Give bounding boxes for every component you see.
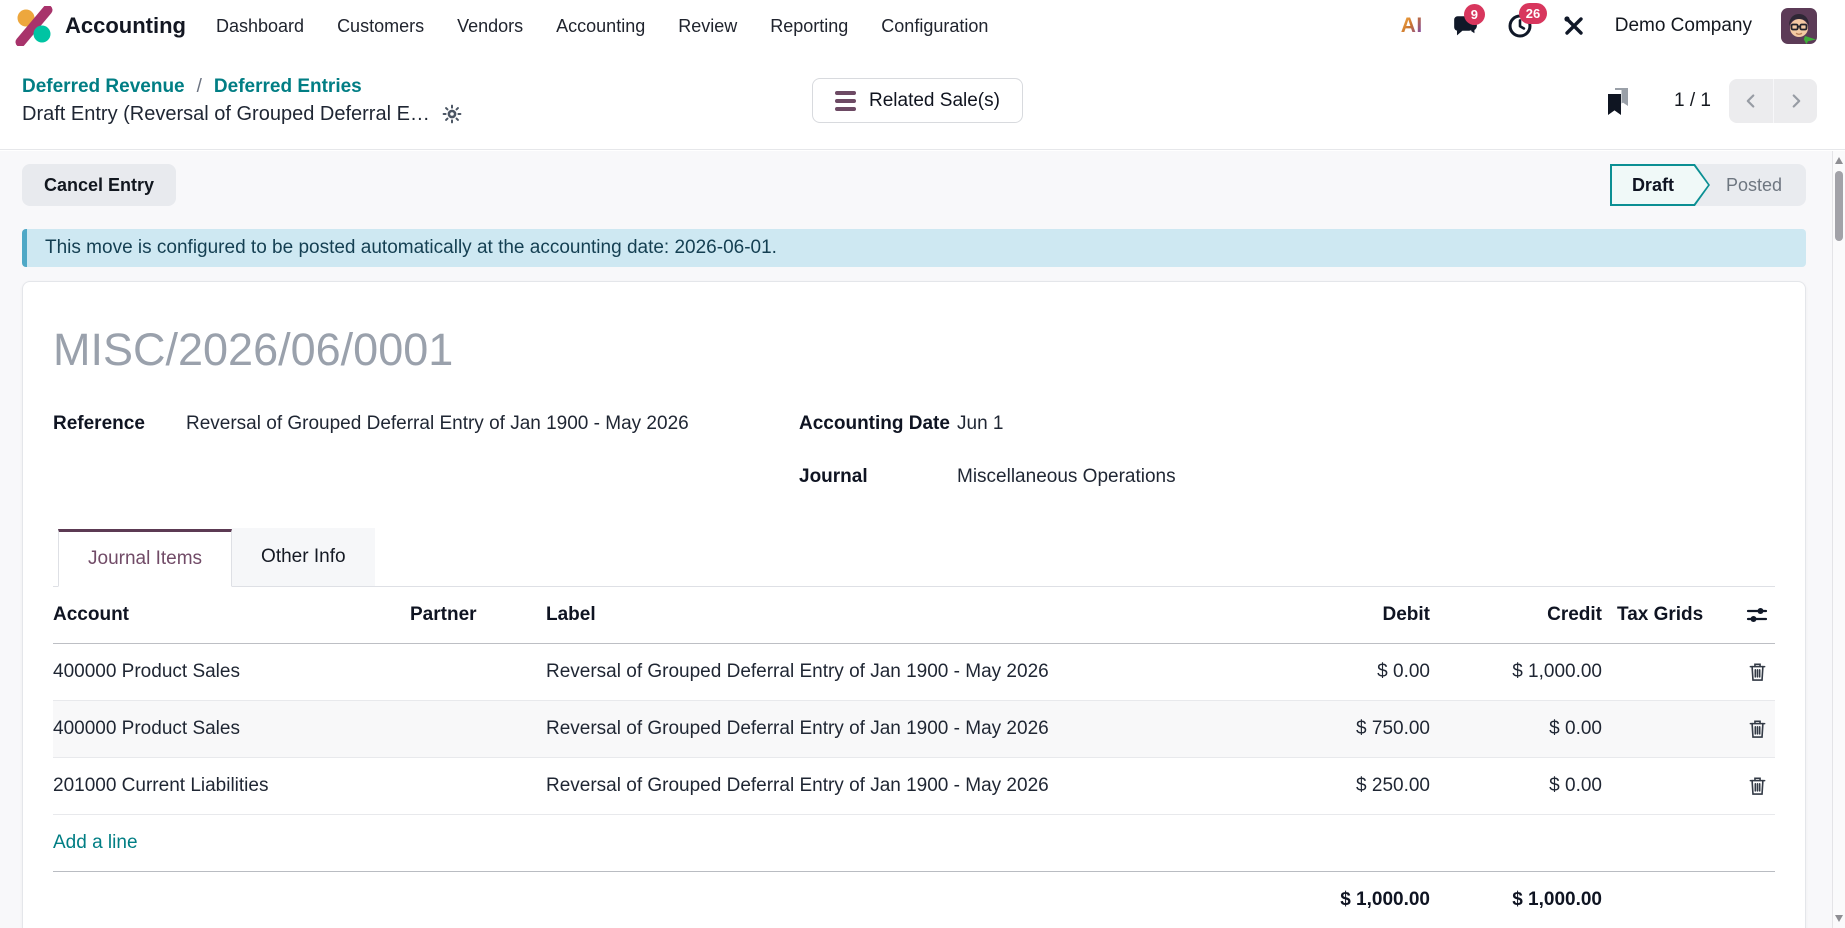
- cell-credit[interactable]: $ 0.00: [1430, 718, 1602, 740]
- col-debit: Debit: [1279, 604, 1430, 626]
- notebook-tabs: Journal Items Other Info: [53, 528, 1775, 587]
- cell-debit[interactable]: $ 0.00: [1279, 661, 1430, 683]
- field-group: Reference Reversal of Grouped Deferral E…: [53, 410, 1775, 490]
- totals-row: $ 1,000.00 $ 1,000.00: [53, 872, 1775, 911]
- state-draft[interactable]: Draft: [1610, 164, 1710, 206]
- entry-name-title: MISC/2026/06/0001: [53, 324, 1775, 376]
- add-a-line-link[interactable]: Add a line: [53, 832, 138, 854]
- journal-label: Journal: [799, 463, 957, 490]
- systray: AI 9 26: [1401, 8, 1817, 44]
- form-view: Cancel Entry Draft Posted This move is c…: [0, 151, 1845, 928]
- tools-icon[interactable]: [1562, 14, 1586, 38]
- activities-count-badge: 26: [1519, 3, 1547, 24]
- scrollbar-thumb[interactable]: [1835, 171, 1843, 241]
- delete-row-button[interactable]: [1745, 772, 1770, 800]
- col-credit: Credit: [1430, 604, 1602, 626]
- main-menu: Dashboard Customers Vendors Accounting R…: [212, 10, 992, 43]
- menu-customers[interactable]: Customers: [333, 10, 428, 43]
- table-row[interactable]: 400000 Product Sales Reversal of Grouped…: [53, 701, 1775, 758]
- menu-accounting[interactable]: Accounting: [552, 10, 649, 43]
- breadcrumb-deferred-revenue[interactable]: Deferred Revenue: [22, 76, 185, 98]
- cell-debit[interactable]: $ 750.00: [1279, 718, 1430, 740]
- hamburger-bars-icon: [835, 91, 856, 111]
- form-status-bar: Cancel Entry Draft Posted: [22, 164, 1806, 206]
- scroll-down-arrow-icon[interactable]: [1835, 915, 1843, 922]
- state-widget: Draft Posted: [1610, 164, 1806, 206]
- cell-label[interactable]: Reversal of Grouped Deferral Entry of Ja…: [546, 718, 1279, 740]
- cell-account[interactable]: 201000 Current Liabilities: [53, 775, 410, 797]
- odoo-accounting-window: Accounting Dashboard Customers Vendors A…: [0, 0, 1845, 928]
- cell-credit[interactable]: $ 0.00: [1430, 775, 1602, 797]
- bookmark-icon[interactable]: [1604, 86, 1632, 116]
- company-name[interactable]: Demo Company: [1615, 15, 1752, 37]
- activities-icon[interactable]: 26: [1507, 13, 1533, 39]
- cell-credit[interactable]: $ 1,000.00: [1430, 661, 1602, 683]
- menu-dashboard[interactable]: Dashboard: [212, 10, 308, 43]
- scroll-up-arrow-icon[interactable]: [1835, 157, 1843, 164]
- form-sheet: MISC/2026/06/0001 Reference Reversal of …: [22, 281, 1806, 928]
- cell-label[interactable]: Reversal of Grouped Deferral Entry of Ja…: [546, 775, 1279, 797]
- banner-message: This move is configured to be posted aut…: [45, 237, 777, 259]
- trash-icon: [1749, 719, 1766, 739]
- vertical-scrollbar[interactable]: [1832, 151, 1845, 928]
- gear-icon[interactable]: [442, 104, 462, 124]
- tab-other-info[interactable]: Other Info: [232, 528, 375, 586]
- pager-buttons: [1729, 79, 1817, 123]
- total-debit: $ 1,000.00: [1279, 889, 1430, 911]
- table-row[interactable]: 201000 Current Liabilities Reversal of G…: [53, 758, 1775, 815]
- pager-next-button[interactable]: [1773, 79, 1817, 123]
- crossed-tools-icon: [1562, 14, 1586, 38]
- user-avatar[interactable]: [1781, 8, 1817, 44]
- chevron-left-icon: [1740, 90, 1762, 112]
- cancel-entry-button[interactable]: Cancel Entry: [22, 164, 176, 206]
- col-label: Label: [546, 604, 1279, 626]
- breadcrumb: Deferred Revenue / Deferred Entries Draf…: [22, 76, 462, 126]
- pager: 1 / 1: [1604, 79, 1817, 123]
- accounting-app-logo-icon: [14, 6, 54, 46]
- col-tax-grids: Tax Grids: [1602, 604, 1739, 626]
- app-name: Accounting: [65, 13, 186, 39]
- chevron-right-icon: [1785, 90, 1807, 112]
- journal-field[interactable]: Miscellaneous Operations: [957, 463, 1775, 490]
- state-posted[interactable]: Posted: [1710, 164, 1806, 206]
- tab-journal-items[interactable]: Journal Items: [58, 529, 232, 587]
- ai-icon[interactable]: AI: [1401, 14, 1423, 38]
- top-navbar: Accounting Dashboard Customers Vendors A…: [0, 0, 1845, 52]
- pager-value: 1 / 1: [1674, 90, 1711, 112]
- accounting-date-field[interactable]: Jun 1: [957, 410, 1775, 437]
- delete-row-button[interactable]: [1745, 658, 1770, 686]
- col-partner: Partner: [410, 604, 546, 626]
- add-line-row: Add a line: [53, 815, 1775, 872]
- table-row[interactable]: 400000 Product Sales Reversal of Grouped…: [53, 644, 1775, 701]
- reference-label: Reference: [53, 410, 186, 437]
- menu-reporting[interactable]: Reporting: [766, 10, 852, 43]
- optional-columns-sliders-icon[interactable]: [1739, 605, 1775, 625]
- menu-vendors[interactable]: Vendors: [453, 10, 527, 43]
- menu-review[interactable]: Review: [674, 10, 741, 43]
- cell-account[interactable]: 400000 Product Sales: [53, 718, 410, 740]
- pager-previous-button[interactable]: [1729, 79, 1773, 123]
- messages-count-badge: 9: [1464, 4, 1485, 25]
- cell-debit[interactable]: $ 250.00: [1279, 775, 1430, 797]
- trash-icon: [1749, 662, 1766, 682]
- trash-icon: [1749, 776, 1766, 796]
- app-switcher[interactable]: Accounting: [14, 6, 186, 46]
- current-record-title: Draft Entry (Reversal of Grouped Deferra…: [22, 103, 430, 126]
- col-account: Account: [53, 604, 410, 626]
- total-credit: $ 1,000.00: [1430, 889, 1602, 911]
- table-header-row: Account Partner Label Debit Credit Tax G…: [53, 587, 1775, 644]
- messages-icon[interactable]: 9: [1452, 14, 1478, 38]
- accounting-date-label: Accounting Date: [799, 410, 957, 437]
- cell-account[interactable]: 400000 Product Sales: [53, 661, 410, 683]
- reference-field[interactable]: Reversal of Grouped Deferral Entry of Ja…: [186, 410, 799, 437]
- control-panel: Deferred Revenue / Deferred Entries Draf…: [0, 52, 1845, 150]
- breadcrumb-separator: /: [197, 76, 202, 98]
- breadcrumb-deferred-entries[interactable]: Deferred Entries: [214, 76, 362, 98]
- journal-items-table: Account Partner Label Debit Credit Tax G…: [53, 587, 1775, 911]
- auto-post-info-banner: This move is configured to be posted aut…: [22, 229, 1806, 267]
- related-sales-button[interactable]: Related Sale(s): [812, 78, 1023, 123]
- delete-row-button[interactable]: [1745, 715, 1770, 743]
- cell-label[interactable]: Reversal of Grouped Deferral Entry of Ja…: [546, 661, 1279, 683]
- menu-configuration[interactable]: Configuration: [877, 10, 992, 43]
